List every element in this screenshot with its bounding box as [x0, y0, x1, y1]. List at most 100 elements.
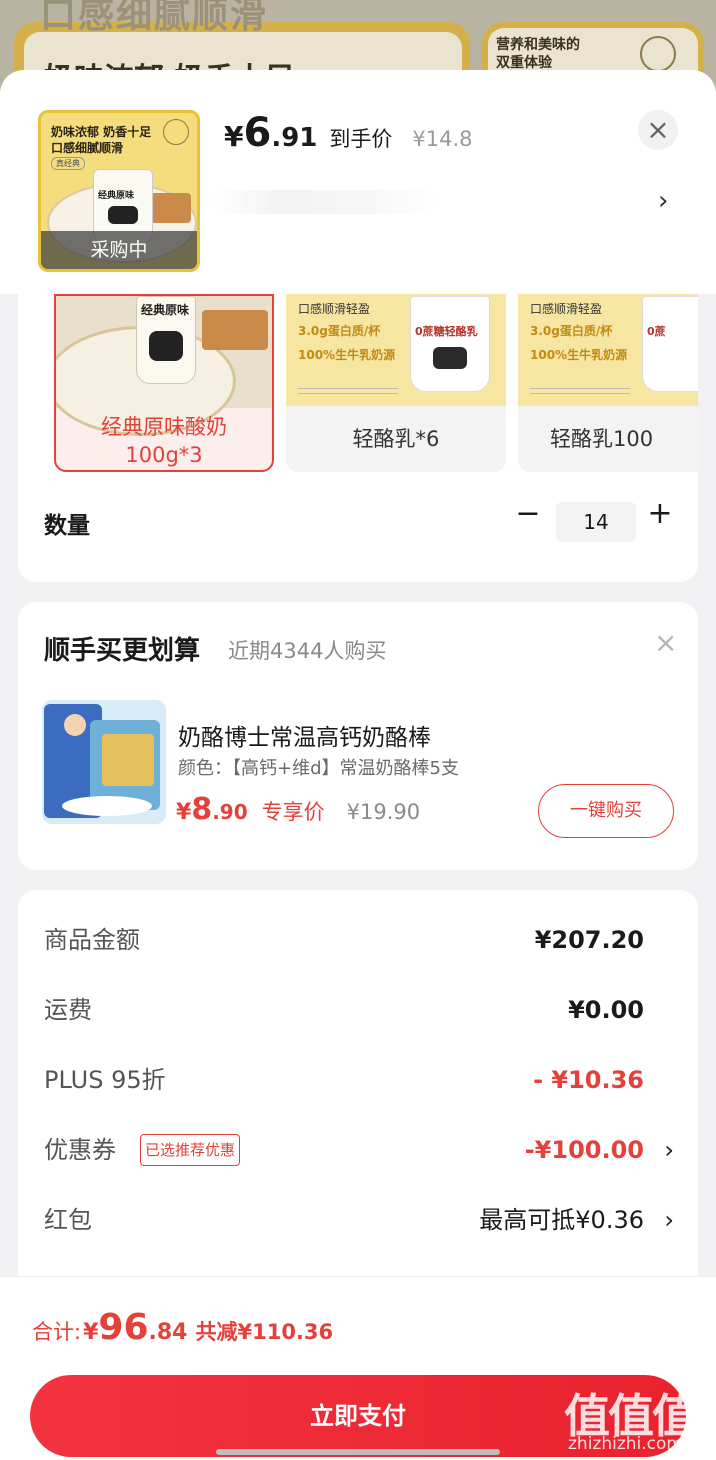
- option-label: 经典原味酸奶 100g*3: [101, 415, 227, 467]
- price-decimal: .91: [271, 123, 318, 153]
- product-header: 奶味浓郁 奶香十足 口感细腻顺滑 真经典 经典原味 采购中 ¥ 6 .91 到手…: [0, 70, 716, 294]
- summary-value: ¥0.00: [568, 996, 644, 1024]
- summary-label: 优惠券: [44, 1136, 116, 1164]
- summary-value: 最高可抵¥0.36: [479, 1206, 644, 1234]
- option-fineprint: [530, 384, 630, 394]
- summary-label: 商品金额: [44, 926, 140, 954]
- coupon-tag: 已选推荐优惠: [140, 1134, 241, 1166]
- summary-row-shipping: 运费 ¥0.00: [44, 990, 674, 1030]
- thumb-slogan-1: 奶味浓郁 奶香十足: [51, 125, 152, 139]
- price-currency: ¥: [224, 120, 244, 153]
- option-feature-2: 3.0g蛋白质/杯: [530, 324, 613, 338]
- cup-label: 0蔗: [647, 325, 666, 338]
- product-price: ¥ 6 .91 到手价 ¥14.8: [224, 110, 473, 162]
- summary-label: PLUS 95折: [44, 1066, 166, 1094]
- option-light-cheese-6[interactable]: 口感顺滑轻盈 3.0g蛋白质/杯 100%生牛乳奶源 0蔗糖轻酪乳 轻酪乳*6: [286, 294, 506, 472]
- selected-spec-text[interactable]: [210, 190, 440, 214]
- option-image: 口感顺滑轻盈 3.0g蛋白质/杯 100%生牛乳奶源 0蔗: [518, 294, 698, 406]
- price-integer: 6: [243, 110, 272, 156]
- option-feature-3: 100%生牛乳奶源: [530, 348, 628, 362]
- total-currency: ¥: [83, 1320, 99, 1345]
- summary-row-subtotal: 商品金额 ¥207.20: [44, 920, 674, 960]
- chevron-right-icon[interactable]: ›: [664, 1130, 674, 1170]
- cross-sell-product-image[interactable]: [42, 700, 166, 824]
- cow-icon: [108, 206, 138, 224]
- option-feature-1: 口感顺滑轻盈: [530, 302, 603, 316]
- thumb-cookie-image: [151, 193, 191, 223]
- price-decimal: .90: [212, 800, 248, 824]
- summary-row-plus-discount: PLUS 95折 - ¥10.36: [44, 1060, 674, 1100]
- total-integer: 96: [98, 1307, 149, 1348]
- summary-value: - ¥10.36: [533, 1066, 644, 1094]
- option-classic-yogurt[interactable]: 经典原味 经典原味酸奶 100g*3: [54, 294, 274, 472]
- watermark-site: zhizhizhi.com: [568, 1434, 683, 1454]
- cross-sell-subtitle: 近期4344人购买: [228, 639, 387, 663]
- purchase-sheet: 奶味浓郁 奶香十足 口感细腻顺滑 真经典 经典原味 采购中 ¥ 6 .91 到手…: [0, 70, 716, 1460]
- quantity-decrease-button[interactable]: −: [514, 499, 542, 529]
- cup-label: 0蔗糖轻酪乳: [415, 325, 478, 338]
- total-decimal: .84: [148, 1320, 188, 1345]
- original-price: ¥14.8: [412, 127, 473, 151]
- watermark: 值值值 zhizhizhi.com: [560, 1380, 710, 1460]
- close-icon[interactable]: ×: [638, 110, 678, 150]
- chevron-right-icon[interactable]: ›: [658, 186, 668, 216]
- home-indicator: [216, 1449, 500, 1455]
- yogurt-cup-image: 0蔗: [642, 296, 698, 392]
- thumb-slogan-2: 口感细腻顺滑: [51, 141, 124, 155]
- price-currency: ¥: [176, 800, 192, 825]
- background-right-text: 营养和美味的 双重体验: [496, 36, 580, 72]
- total-saved: 共减¥110.36: [195, 1320, 334, 1344]
- cup-label: 经典原味: [141, 303, 190, 317]
- yogurt-cup-image: 经典原味: [136, 296, 196, 384]
- cow-icon: [433, 347, 467, 369]
- summary-row-red-packet[interactable]: 红包 最高可抵¥0.36 ›: [44, 1200, 674, 1240]
- option-image: 口感顺滑轻盈 3.0g蛋白质/杯 100%生牛乳奶源 0蔗糖轻酪乳: [286, 294, 506, 406]
- quantity-increase-button[interactable]: +: [646, 499, 674, 529]
- option-fineprint: [298, 384, 398, 394]
- cross-sell-product-name[interactable]: 奶酪博士常温高钙奶酪棒: [178, 718, 431, 752]
- summary-label: 运费: [44, 996, 92, 1024]
- thumb-cup-label: 经典原味: [98, 191, 135, 201]
- price-label: 到手价: [329, 127, 393, 151]
- yogurt-cup-image: 0蔗糖轻酪乳: [410, 296, 490, 392]
- total-label: 合计:: [32, 1320, 82, 1344]
- cross-sell-product-spec: 颜色：【高钙+维d】常温奶酪棒5支: [178, 758, 459, 779]
- background-right-line1: 营养和美味的: [496, 37, 580, 53]
- cow-icon: [149, 331, 183, 361]
- summary-row-coupon[interactable]: 优惠券 已选推荐优惠 -¥100.00 ›: [44, 1130, 674, 1170]
- summary-value: ¥207.20: [534, 926, 644, 954]
- price-integer: 8: [191, 792, 213, 827]
- close-icon[interactable]: ×: [654, 626, 677, 659]
- spec-options-card: 经典原味 经典原味酸奶 100g*3 口感顺滑轻盈 3.0g蛋白质/杯 100%…: [18, 294, 698, 582]
- thumb-seal-icon: [163, 119, 189, 145]
- price-label: 专享价: [261, 800, 325, 824]
- purchase-status-badge: 采购中: [41, 231, 197, 269]
- quantity-input[interactable]: 14: [556, 502, 636, 542]
- cross-sell-price: ¥ 8 .90 专享价 ¥19.90: [176, 792, 420, 827]
- cheese-stick-image: [102, 734, 154, 786]
- option-image: 经典原味: [56, 296, 272, 436]
- background-top-text: 口感细腻顺滑: [40, 0, 269, 36]
- order-summary-card: 商品金额 ¥207.20 运费 ¥0.00 PLUS 95折 - ¥10.36 …: [18, 890, 698, 1310]
- thumb-tag: 真经典: [51, 157, 85, 170]
- product-thumbnail[interactable]: 奶味浓郁 奶香十足 口感细腻顺滑 真经典 经典原味 采购中: [38, 110, 200, 272]
- quantity-label: 数量: [44, 513, 90, 539]
- brand-seal-icon: [640, 36, 676, 72]
- option-feature-3: 100%生牛乳奶源: [298, 348, 396, 362]
- cookie-image: [202, 310, 268, 350]
- option-feature-2: 3.0g蛋白质/杯: [298, 324, 381, 338]
- one-click-buy-button[interactable]: 一键购买: [538, 784, 674, 838]
- summary-value: -¥100.00: [524, 1136, 644, 1164]
- mascot-image: [64, 714, 86, 736]
- order-total: 合计: ¥ 96 .84 共减¥110.36: [32, 1307, 333, 1348]
- original-price: ¥19.90: [346, 800, 421, 824]
- option-feature-1: 口感顺滑轻盈: [298, 302, 371, 316]
- summary-label: 红包: [44, 1206, 92, 1234]
- cross-sell-title: 顺手买更划算: [44, 636, 201, 666]
- cross-sell-card: 顺手买更划算 近期4344人购买 × 奶酪博士常温高钙奶酪棒 颜色：【高钙+维d…: [18, 602, 698, 870]
- option-label: 轻酪乳100: [550, 427, 654, 451]
- option-label: 轻酪乳*6: [352, 427, 440, 451]
- option-light-cheese-100[interactable]: 口感顺滑轻盈 3.0g蛋白质/杯 100%生牛乳奶源 0蔗 轻酪乳100: [518, 294, 698, 472]
- milk-splash-image: [62, 796, 152, 816]
- chevron-right-icon[interactable]: ›: [664, 1200, 674, 1240]
